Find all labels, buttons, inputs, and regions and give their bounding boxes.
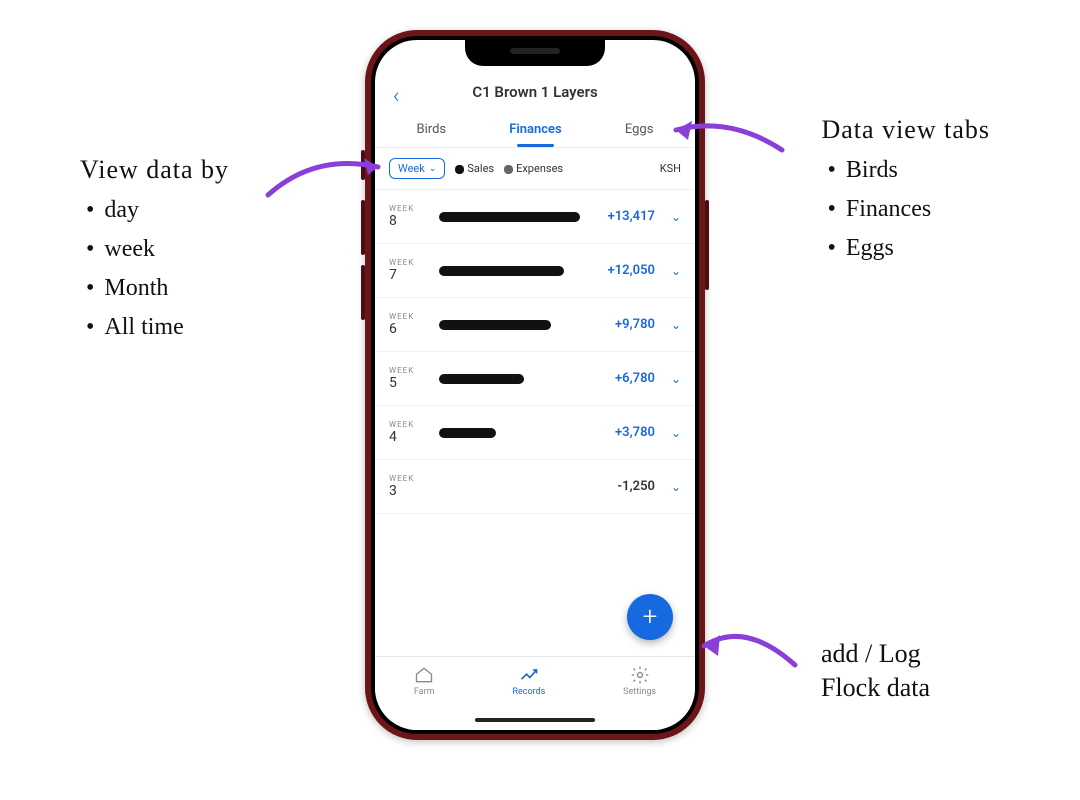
home-indicator[interactable] [475, 718, 595, 722]
chevron-down-icon[interactable]: ⌄ [671, 372, 681, 386]
annotation-add-log: add / Log Flock data [821, 637, 930, 705]
week-label: WEEK7 [389, 258, 427, 283]
filter-row: Week ⌄ Sales Expenses KSH [375, 148, 695, 190]
phone-notch [465, 36, 605, 66]
annotation-view-by: View data by day week Month All time [80, 155, 229, 353]
annotation-item: Month [86, 275, 229, 302]
amount-value: -1,250 [617, 479, 655, 494]
plus-icon: + [643, 602, 658, 632]
back-icon[interactable]: ‹ [393, 84, 400, 109]
arrow-addlog-icon [690, 610, 805, 680]
page-title: C1 Brown 1 Layers [472, 83, 597, 101]
tab-finances[interactable]: Finances [505, 114, 566, 147]
list-item[interactable]: WEEK8+13,417⌄ [375, 190, 695, 244]
annotation-item: day [86, 197, 229, 224]
annotation-item: Eggs [827, 235, 990, 262]
records-icon [519, 665, 539, 685]
bar-wrap [439, 374, 603, 384]
bar-wrap [439, 320, 603, 330]
nav-settings[interactable]: Settings [623, 665, 656, 730]
bar-wrap [439, 428, 603, 438]
bar-wrap [439, 266, 596, 276]
legend-sales: Sales [455, 162, 494, 175]
bar-wrap [439, 212, 596, 222]
chevron-down-icon[interactable]: ⌄ [671, 264, 681, 278]
annotation-item: week [86, 236, 229, 263]
annotation-tabs: Data view tabs Birds Finances Eggs [821, 115, 990, 274]
annotation-item: Birds [827, 157, 990, 184]
nav-farm[interactable]: Farm [414, 665, 435, 730]
week-label: WEEK6 [389, 312, 427, 337]
chevron-down-icon[interactable]: ⌄ [671, 480, 681, 494]
annotation-item: Finances [827, 196, 990, 223]
tab-eggs[interactable]: Eggs [621, 114, 658, 147]
finance-list[interactable]: WEEK8+13,417⌄WEEK7+12,050⌄WEEK6+9,780⌄WE… [375, 190, 695, 656]
arrow-left-icon [260, 145, 400, 215]
list-item[interactable]: WEEK6 +9,780 ⌄ [375, 298, 695, 352]
arrow-right-icon [660, 110, 790, 170]
amount-value: +12,050 [608, 263, 655, 278]
amount-value: +6,780 [615, 371, 655, 386]
annotation-right-title: Data view tabs [821, 115, 990, 145]
week-label: WEEK5 [389, 366, 427, 391]
list-item[interactable]: WEEK7 +12,050 ⌄ [375, 244, 695, 298]
chevron-down-icon[interactable]: ⌄ [671, 318, 681, 332]
phone-frame: ‹ C1 Brown 1 Layers Birds Finances Eggs … [365, 30, 705, 740]
annotation-left-title: View data by [80, 155, 229, 185]
list-item[interactable]: WEEK5 +6,780 ⌄ [375, 352, 695, 406]
week-label: WEEK3 [389, 474, 427, 499]
annotation-item: All time [86, 314, 229, 341]
chevron-down-icon[interactable]: ⌄ [671, 210, 681, 224]
amount-value: +9,780 [615, 317, 655, 332]
farm-icon [414, 665, 434, 685]
list-item[interactable]: WEEK4 +3,780 ⌄ [375, 406, 695, 460]
gear-icon [630, 665, 650, 685]
legend-expenses-dot [504, 165, 513, 174]
period-select-label: Week [398, 162, 425, 175]
amount-value: +3,780 [615, 425, 655, 440]
list-item[interactable]: WEEK3 -1,250 ⌄ [375, 460, 695, 514]
legend-expenses: Expenses [504, 162, 563, 175]
amount-value: +13,417 [608, 209, 655, 224]
tab-birds[interactable]: Birds [413, 114, 451, 147]
app-screen: ‹ C1 Brown 1 Layers Birds Finances Eggs … [375, 40, 695, 730]
data-view-tabs: Birds Finances Eggs [375, 114, 695, 148]
legend-sales-dot [455, 165, 464, 174]
chevron-down-icon: ⌄ [429, 164, 437, 174]
add-log-button[interactable]: + [627, 594, 673, 640]
chevron-down-icon[interactable]: ⌄ [671, 426, 681, 440]
week-label: WEEK4 [389, 420, 427, 445]
